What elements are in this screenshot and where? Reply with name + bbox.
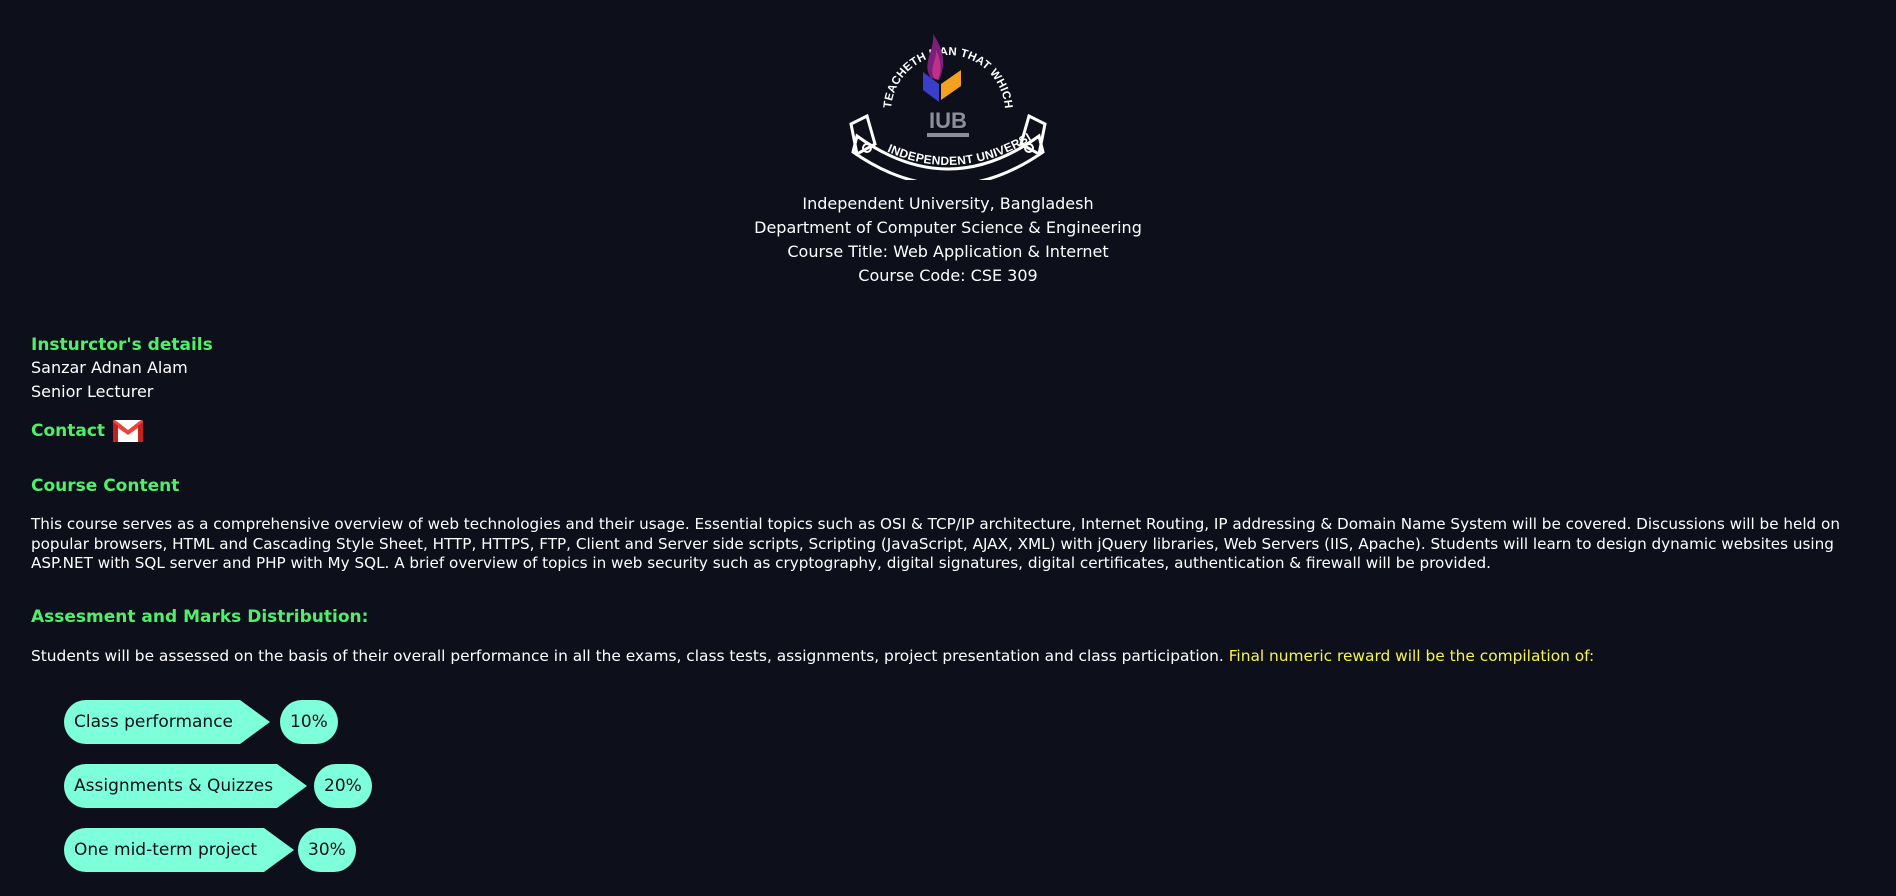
instructor-designation: Senior Lecturer [31, 382, 154, 401]
assessment-text: Students will be assessed on the basis o… [31, 646, 1871, 666]
contact-row: Contact [31, 417, 1871, 445]
mark-item: Class performance 10% [64, 699, 1871, 744]
marks-distribution: Class performance 10% Assignments & Quiz… [64, 699, 1871, 872]
mark-label: Assignments & Quizzes [64, 763, 307, 808]
mark-item: Assignments & Quizzes 20% [64, 763, 1871, 808]
mark-percent: 30% [298, 827, 356, 872]
course-content-text: This course serves as a comprehensive ov… [31, 515, 1840, 572]
assessment-description: Students will be assessed on the basis o… [31, 646, 1224, 665]
course-title: Course Title: Web Application & Internet [787, 242, 1109, 261]
mark-percent: 20% [314, 763, 372, 808]
university-name: Independent University, Bangladesh [802, 194, 1094, 213]
assessment-highlight: Final numeric reward will be the compila… [1228, 646, 1595, 665]
header-lines: Independent University, Bangladesh Depar… [0, 192, 1896, 288]
gmail-icon[interactable] [113, 420, 144, 442]
course-code: Course Code: CSE 309 [858, 266, 1038, 285]
mark-item: One mid-term project 30% [64, 827, 1871, 872]
header: TEACHETH MAN THAT WHICH HE KNEW NOT IUB … [0, 20, 1896, 288]
mark-label: One mid-term project [64, 827, 294, 872]
page: TEACHETH MAN THAT WHICH HE KNEW NOT IUB … [0, 0, 1896, 896]
assessment-heading: Assesment and Marks Distribution: [31, 606, 369, 627]
mark-percent: 10% [280, 699, 338, 744]
course-content-heading: Course Content [31, 476, 180, 496]
mark-label: Class performance [64, 699, 270, 744]
contact-heading: Contact [31, 421, 106, 441]
iub-logo: TEACHETH MAN THAT WHICH HE KNEW NOT IUB … [843, 20, 1047, 180]
logo-abbr: IUB [929, 108, 967, 133]
instructor-heading: Insturctor's details [31, 335, 213, 355]
main-content: Insturctor's details Sanzar Adnan Alam S… [31, 334, 1871, 892]
department-name: Department of Computer Science & Enginee… [754, 218, 1142, 237]
instructor-name: Sanzar Adnan Alam [31, 358, 188, 377]
